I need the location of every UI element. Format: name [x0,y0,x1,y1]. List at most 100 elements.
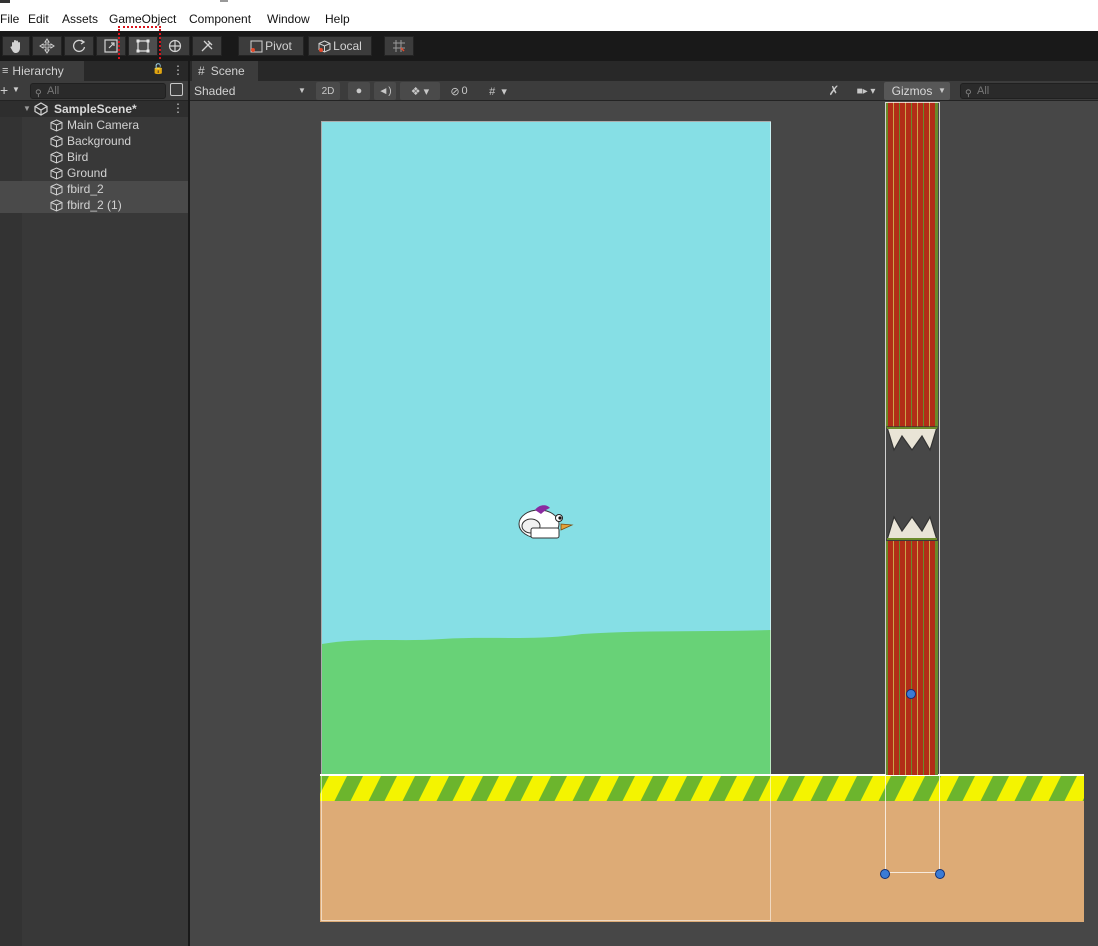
lighting-toggle[interactable]: ● [348,82,370,100]
transform-tool-button[interactable] [160,36,190,56]
move-icon [39,38,55,54]
draw-mode-label: Shaded [194,84,236,98]
bird-sprite[interactable] [517,500,575,542]
gizmos-dropdown[interactable]: Gizmos ▼ [884,82,950,100]
grid-snap-button[interactable] [384,36,414,56]
move-tool-button[interactable] [32,36,62,56]
rotate-tool-button[interactable] [64,36,94,56]
search-icon: ⚲ [35,88,42,98]
hand-tool-button[interactable] [2,36,30,56]
grid-icon: # ▾ [489,85,507,98]
hierarchy-item-label: Bird [67,150,89,164]
hierarchy-tab-label: Hierarchy [12,64,64,78]
unity-scene-icon [34,102,48,116]
hierarchy-item-label: fbird_2 [67,182,104,196]
gameobject-cube-icon [50,135,63,148]
scene-kebab-menu-icon[interactable]: ⋮ [172,101,184,115]
pivot-toggle[interactable]: Pivot [238,36,304,56]
scene-search-input[interactable]: ⚲ All [960,83,1098,99]
hierarchy-item[interactable]: Ground [0,165,188,181]
grid-snap-icon [393,40,405,52]
scene-visibility-icon[interactable] [170,83,183,96]
grid-hash-icon: # [198,64,205,78]
pencil-tip-down [886,426,938,452]
effects-dropdown[interactable]: ❖ ▾ [400,82,440,100]
menu-edit[interactable]: Edit [28,12,49,26]
menu-file[interactable]: File [0,12,19,26]
pivot-label: Pivot [265,39,292,53]
pencil-tip-up [886,515,938,541]
chevron-down-icon: ▼ [938,86,946,95]
hierarchy-item-label: Ground [67,166,108,180]
scene-panel: # Scene Shaded ▼ 2D ● ◄) ❖ ▾ ⊘ 0 # ▾ ✗ ■… [190,61,1098,946]
scene-search-placeholder: All [977,85,990,97]
hierarchy-tab-bar: ≡ Hierarchy 🔓 ⋮ [0,61,188,81]
gameobject-cube-icon [50,119,63,132]
kebab-menu-icon[interactable]: ⋮ [172,63,184,77]
main-toolbar: Pivot Local [0,31,1098,61]
chevron-down-icon[interactable]: ▼ [12,85,20,94]
local-toggle[interactable]: Local [308,36,372,56]
hierarchy-tab[interactable]: ≡ Hierarchy [0,61,84,81]
local-label: Local [333,39,362,53]
hierarchy-toolbar: + ▼ ⚲ All [0,81,188,101]
menu-assets[interactable]: Assets [62,12,98,26]
rect-handle-bottom-left[interactable] [880,869,890,879]
speaker-icon: ◄) [378,85,392,97]
gameobject-cube-icon [50,167,63,180]
rect-handle-bottom-right[interactable] [935,869,945,879]
ground-dirt [320,801,1084,922]
custom-editor-tool-button[interactable] [192,36,222,56]
camera-icon: ■▸ ▾ [856,85,876,97]
gameobject-cube-icon [50,199,63,212]
gizmos-label: Gizmos [891,84,933,98]
search-icon: ⚲ [965,88,972,98]
hierarchy-search-input[interactable]: ⚲ All [30,83,166,99]
audio-toggle[interactable]: ◄) [374,82,396,100]
hierarchy-item[interactable]: Main Camera [0,117,188,133]
grid-dropdown[interactable]: # ▾ [478,82,518,100]
layers-effects-icon: ❖ ▾ [410,85,430,98]
pivot-icon [250,40,263,52]
2d-mode-label: 2D [321,85,335,97]
scale-icon [104,39,118,53]
scene-tab-bar: # Scene [190,61,1098,81]
menu-gameobject[interactable]: GameObject [109,12,176,26]
hierarchy-item[interactable]: Background [0,133,188,149]
hierarchy-item[interactable]: Bird [0,149,188,165]
tools-icon [201,40,213,52]
camera-dropdown[interactable]: ■▸ ▾ [850,82,882,100]
add-icon[interactable]: + [0,82,8,98]
menu-component[interactable]: Component [189,12,251,26]
hierarchy-item[interactable]: fbird_2 [0,181,188,197]
chevron-down-icon: ▼ [298,86,306,95]
menu-window[interactable]: Window [267,12,310,26]
ground-stripes [320,774,1084,802]
expand-arrow-icon[interactable]: ▼ [23,104,31,113]
scene-root-row[interactable]: ▼ SampleScene* ⋮ [0,101,188,117]
pipe-top[interactable] [886,102,938,452]
wrench-icon: ✗ [828,83,840,98]
unity-editor: File Edit Assets GameObject Component Wi… [0,0,1098,946]
draw-mode-dropdown[interactable]: Shaded ▼ [190,82,310,100]
scene-tab[interactable]: # Scene [192,61,258,81]
lock-icon[interactable]: 🔓 [152,64,164,75]
hierarchy-search-placeholder: All [47,85,60,97]
2d-mode-toggle[interactable]: 2D [316,82,340,100]
pipe-bottom[interactable] [886,515,938,775]
gameobject-cube-icon [50,183,63,196]
scene-tools-button[interactable]: ✗ [822,82,846,100]
menu-help[interactable]: Help [325,12,350,26]
pivot-handle[interactable] [906,689,916,699]
scene-view[interactable] [190,102,1098,946]
gameobject-cube-icon [50,151,63,164]
hierarchy-item-label: Background [67,134,132,148]
hidden-count: 0 [461,85,468,97]
scene-toolbar: Shaded ▼ 2D ● ◄) ❖ ▾ ⊘ 0 # ▾ ✗ ■▸ ▾ Gizm… [190,81,1098,101]
scene-tab-label: Scene [210,64,245,78]
scene-visibility-toggle[interactable]: ⊘ 0 [444,82,474,100]
hierarchy-panel: ≡ Hierarchy 🔓 ⋮ + ▼ ⚲ All ▼ SampleScene*… [0,61,188,946]
lightbulb-icon: ● [355,85,363,97]
hierarchy-item[interactable]: fbird_2 (1) [0,197,188,213]
window-title-fragment [0,0,10,3]
